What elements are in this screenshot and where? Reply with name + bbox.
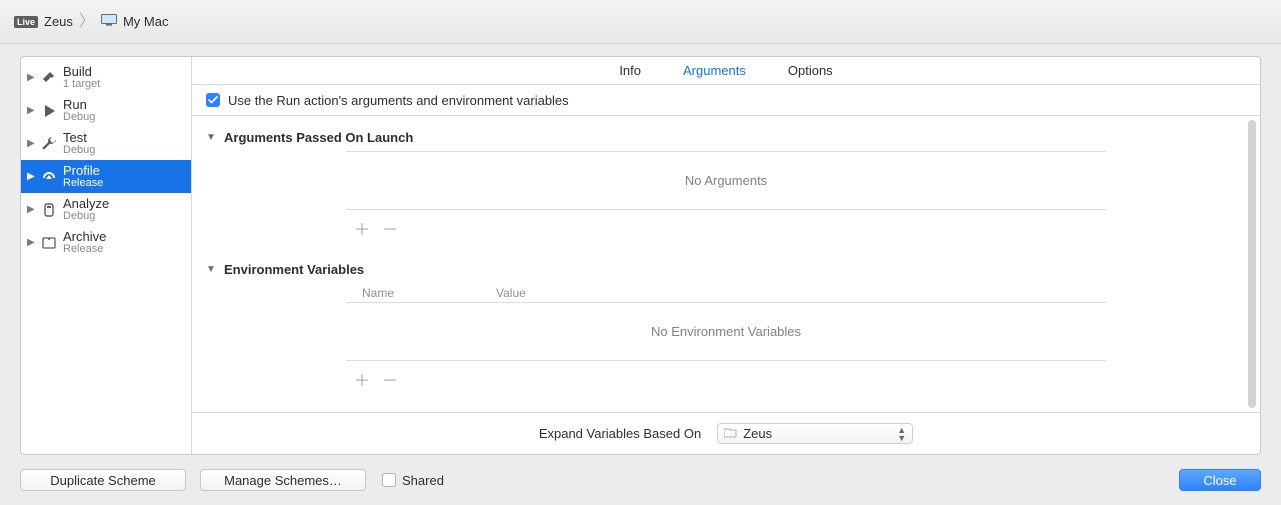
bottom-bar: Duplicate Scheme Manage Schemes… Shared … — [20, 467, 1261, 493]
sidebar-item-test[interactable]: ▶ TestDebug — [21, 127, 191, 160]
sidebar-item-profile[interactable]: ▶ ProfileRelease — [21, 160, 191, 193]
env-table: Name Value No Environment Variables ＋ － — [346, 283, 1106, 391]
archive-icon — [39, 236, 59, 250]
env-remove-button[interactable]: － — [382, 367, 398, 391]
monitor-icon — [101, 14, 117, 29]
disclosure-triangle-icon[interactable]: ▶ — [27, 72, 39, 83]
env-section-header[interactable]: ▼ Environment Variables — [206, 262, 1218, 277]
arguments-section-header[interactable]: ▼ Arguments Passed On Launch — [206, 130, 1218, 145]
env-section-title: Environment Variables — [224, 262, 364, 277]
popup-arrows-icon: ▲▼ — [897, 426, 906, 442]
breadcrumb-separator: 〉 — [79, 14, 95, 30]
tab-arguments[interactable]: Arguments — [683, 63, 746, 78]
sidebar-item-label: Test — [63, 131, 95, 144]
manage-schemes-button[interactable]: Manage Schemes… — [200, 469, 366, 491]
tab-options[interactable]: Options — [788, 63, 833, 78]
toolbar: Live Zeus 〉 My Mac — [0, 0, 1281, 44]
sidebar-item-label: Profile — [63, 164, 103, 177]
expand-variables-label: Expand Variables Based On — [539, 426, 705, 441]
live-badge: Live — [14, 16, 38, 28]
disclosure-triangle-icon[interactable]: ▶ — [27, 171, 39, 182]
folder-icon — [724, 426, 737, 441]
shared-checkbox[interactable] — [382, 473, 396, 487]
duplicate-scheme-button[interactable]: Duplicate Scheme — [20, 469, 186, 491]
use-run-args-checkbox[interactable] — [206, 93, 220, 107]
env-empty-placeholder: No Environment Variables — [346, 303, 1106, 361]
sidebar-item-subtitle: Debug — [63, 210, 109, 223]
scheme-actions-sidebar: ▶ Build1 target ▶ RunDebug ▶ TestDebug ▶ — [21, 57, 192, 454]
breadcrumb-destination[interactable]: My Mac — [123, 14, 169, 29]
env-table-header: Name Value — [346, 283, 1106, 303]
hammer-icon — [39, 70, 59, 86]
arguments-add-button[interactable]: ＋ — [354, 216, 370, 240]
sidebar-item-subtitle: Release — [63, 177, 103, 190]
expand-variables-row: Expand Variables Based On Zeus ▲▼ — [192, 412, 1260, 454]
sidebar-item-label: Run — [63, 98, 95, 111]
play-icon — [39, 104, 59, 118]
arguments-section-title: Arguments Passed On Launch — [224, 130, 413, 145]
expand-variables-popup[interactable]: Zeus ▲▼ — [717, 423, 913, 444]
tab-bar: Info Arguments Options — [192, 57, 1260, 85]
sidebar-item-label: Build — [63, 65, 100, 78]
tab-info[interactable]: Info — [619, 63, 641, 78]
disclosure-triangle-icon[interactable]: ▶ — [27, 204, 39, 215]
env-add-button[interactable]: ＋ — [354, 367, 370, 391]
sidebar-item-subtitle: Debug — [63, 111, 95, 124]
use-run-args-row: Use the Run action's arguments and envir… — [192, 85, 1260, 116]
disclosure-triangle-icon[interactable]: ▶ — [27, 105, 39, 116]
chevron-down-icon[interactable]: ▼ — [206, 264, 216, 275]
sidebar-item-archive[interactable]: ▶ ArchiveRelease — [21, 226, 191, 259]
chevron-down-icon[interactable]: ▼ — [206, 132, 216, 143]
vertical-scrollbar[interactable] — [1248, 120, 1256, 408]
sidebar-item-run[interactable]: ▶ RunDebug — [21, 94, 191, 127]
scroll-area[interactable]: ▼ Arguments Passed On Launch No Argument… — [192, 116, 1260, 412]
scheme-panel: ▶ Build1 target ▶ RunDebug ▶ TestDebug ▶ — [20, 56, 1261, 455]
env-value-header: Value — [496, 286, 1106, 300]
sidebar-item-label: Analyze — [63, 197, 109, 210]
env-name-header: Name — [346, 286, 496, 300]
use-run-args-label: Use the Run action's arguments and envir… — [228, 93, 569, 108]
arguments-empty-placeholder: No Arguments — [346, 152, 1106, 210]
sidebar-item-label: Archive — [63, 230, 106, 243]
main-content: Info Arguments Options Use the Run actio… — [192, 57, 1260, 454]
wrench-icon — [39, 136, 59, 152]
close-button[interactable]: Close — [1179, 469, 1261, 491]
sidebar-item-build[interactable]: ▶ Build1 target — [21, 61, 191, 94]
shared-label: Shared — [402, 473, 444, 488]
analyze-icon — [39, 203, 59, 217]
disclosure-triangle-icon[interactable]: ▶ — [27, 138, 39, 149]
breadcrumb-scheme[interactable]: Zeus — [44, 14, 73, 29]
gauge-icon — [39, 169, 59, 185]
sidebar-item-subtitle: Release — [63, 243, 106, 256]
disclosure-triangle-icon[interactable]: ▶ — [27, 237, 39, 248]
arguments-table: No Arguments ＋ － — [346, 151, 1106, 240]
sidebar-item-subtitle: Debug — [63, 144, 95, 157]
expand-variables-value: Zeus — [743, 426, 772, 441]
sidebar-item-analyze[interactable]: ▶ AnalyzeDebug — [21, 193, 191, 226]
sidebar-item-subtitle: 1 target — [63, 78, 100, 91]
arguments-remove-button[interactable]: － — [382, 216, 398, 240]
